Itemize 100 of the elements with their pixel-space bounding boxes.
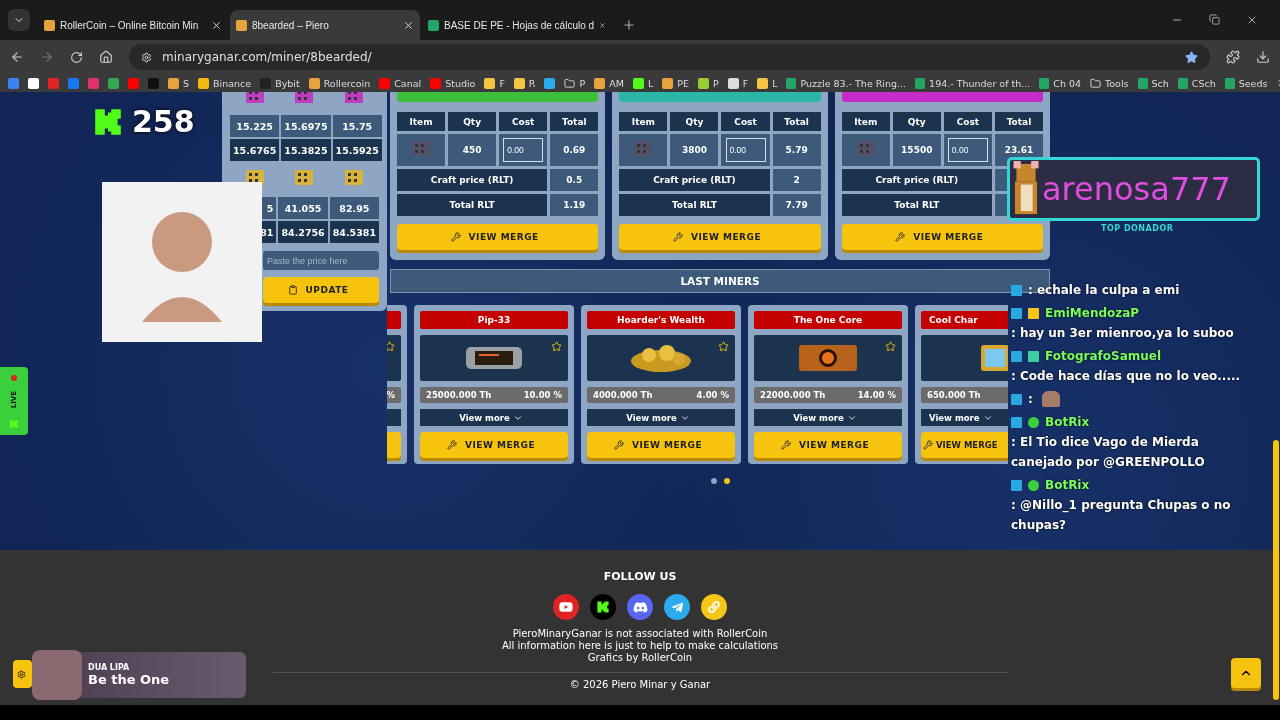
link-link[interactable] [701,594,727,620]
price-value: 15.225 [230,115,280,137]
browser-tab[interactable]: 8bearded – Piero [230,10,420,40]
bookmark-item[interactable]: CSch [1177,77,1216,89]
close-window-icon[interactable] [1246,14,1258,26]
favorite-star-icon[interactable] [551,341,562,352]
bookmark-star-icon[interactable] [1185,50,1198,64]
close-icon[interactable] [403,19,414,31]
carousel-dot[interactable] [723,478,730,484]
bookmark-item[interactable]: S [168,77,190,89]
settings-button[interactable] [13,660,32,688]
wrench-icon [923,440,933,450]
bookmark-item[interactable]: L [757,77,778,89]
bookmark-item[interactable]: Binance [198,77,252,89]
bookmark-item[interactable]: F [484,77,505,89]
cost-input[interactable]: 0.00 [503,138,544,162]
miner-name: Pip-33 [420,311,568,329]
close-icon[interactable] [211,19,222,31]
bookmark-item[interactable]: F [727,77,749,89]
miner-device-icon [465,344,523,372]
bookmark-item[interactable]: R [513,77,536,89]
chat-text: : @Nillo_1 pregunta Chupas o no chupas? [1011,497,1232,534]
carousel-dot[interactable] [710,478,717,484]
address-bar[interactable]: minaryganar.com/miner/8bearded/ [129,44,1210,70]
price-value: 82.95 [329,197,379,219]
view-merge-button[interactable]: VIEW MERGE [921,432,1008,458]
youtube-link[interactable] [553,594,579,620]
extensions-icon[interactable] [1226,50,1240,64]
price-input[interactable]: Paste the price here [263,251,379,270]
chat-username[interactable]: BotRix [1045,475,1090,495]
view-merge-button[interactable]: VIEW MERGE [397,224,599,250]
bookmark-item[interactable]: L [632,77,654,89]
link-icon [708,601,720,613]
reload-icon[interactable] [70,50,83,64]
scrollbar-thumb[interactable] [1273,440,1279,700]
update-button[interactable]: UPDATE [263,277,379,303]
view-merge-button[interactable]: VIEW MERGE [841,224,1043,250]
favorite-star-icon[interactable] [387,341,395,352]
bookmark-item[interactable]: Seeds [1224,77,1268,89]
browser-tab[interactable]: RollerCoin – Online Bitcoin Min [38,10,228,40]
bookmark-item[interactable]: Puzzle 83.- The Ring... [786,77,907,89]
miner-stats: 22000.000 Th 14.00 % [754,387,902,403]
discord-link[interactable] [627,594,653,620]
row-label: Total RLT [397,194,548,216]
browser-tab[interactable]: BASE DE PE - Hojas de cálculo d [422,10,612,40]
view-more-button[interactable]: View more [587,409,735,426]
downloads-icon[interactable] [1256,50,1270,64]
view-merge-button[interactable]: VIEW MERGE [754,432,902,458]
bookmark-item[interactable]: P [564,77,586,89]
forward-icon[interactable] [40,50,54,64]
bookmark-item[interactable]: AM [594,77,624,89]
view-merge-button[interactable]: VIEW MERGE [619,224,821,250]
view-more-button[interactable]: View more [921,409,1008,426]
pixel-badge-icon [1028,350,1039,362]
home-icon[interactable] [99,50,113,64]
shield-badge-icon [1028,307,1039,319]
favorite-star-icon[interactable] [718,341,729,352]
bookmark-item[interactable]: P [697,77,719,89]
view-more-button[interactable]: View more [754,409,902,426]
wrench-badge-icon [1011,350,1022,362]
chat-username[interactable]: FotografoSamuel [1045,346,1162,366]
column-header: Item [397,112,446,131]
kick-link[interactable] [590,594,616,620]
bookmark-item[interactable]: Tools [1090,77,1129,89]
view-merge-button[interactable]: VIEW MERGE [420,432,568,458]
cost-input[interactable]: 0.00 [947,138,988,162]
view-more-button[interactable]: View more [420,409,568,426]
wrench-icon [613,440,624,450]
telegram-link[interactable] [664,594,690,620]
restore-icon[interactable] [1209,14,1220,25]
scroll-top-button[interactable] [1231,658,1261,688]
bookmark-item[interactable]: Ch 04 [1039,77,1082,89]
tab-list-button[interactable] [8,9,30,31]
price-value: 84.2756 [278,221,328,243]
table-cell: 0.5 [550,169,599,191]
price-value: 84.5381 [329,221,379,243]
bookmark-item[interactable]: Bybit [260,77,300,89]
wrench-icon [780,440,791,450]
back-icon[interactable] [10,50,24,64]
check-badge-icon [1028,416,1039,428]
new-tab-icon[interactable] [622,18,636,32]
copyright-text: © 2026 Piero Minar y Ganar [569,679,711,691]
bookmark-item[interactable]: PE [662,77,689,89]
bookmark-item[interactable]: Studio [430,77,476,89]
wrench-badge-icon [1011,479,1022,491]
site-settings-icon[interactable] [141,51,152,63]
bookmark-icon[interactable] [28,77,39,89]
favorite-star-icon[interactable] [885,341,896,352]
bookmark-item[interactable]: Rollercoin [308,77,371,89]
chat-username[interactable]: EmiMendozaP [1045,303,1140,323]
viewer-count: 258 [132,104,195,139]
chat-username[interactable]: BotRix [1045,412,1090,432]
cost-input[interactable]: 0.00 [725,138,766,162]
bookmark-item[interactable]: 194.- Thunder of th... [915,77,1031,89]
view-merge-button[interactable]: VIEW MERGE [587,432,735,458]
url-text: minaryganar.com/miner/8bearded/ [162,50,372,64]
bookmark-item[interactable]: Sch [1137,77,1169,89]
table-cell: 2 [772,169,821,191]
bookmark-item[interactable]: Canal [379,77,422,89]
column-header: Qty [892,112,941,131]
